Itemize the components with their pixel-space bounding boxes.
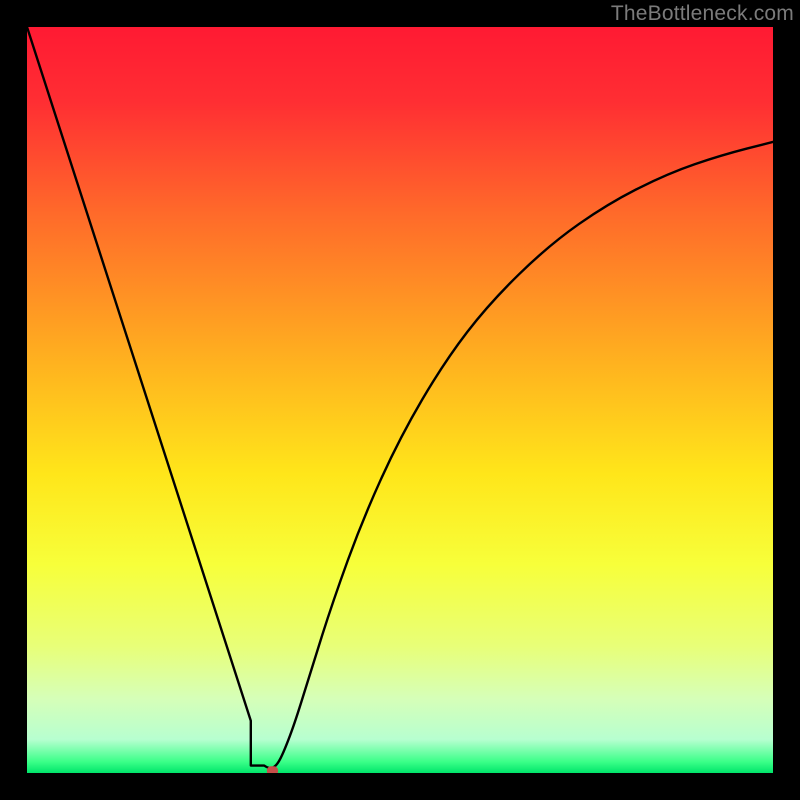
bottleneck-chart	[27, 27, 773, 773]
chart-background	[27, 27, 773, 773]
chart-frame	[27, 27, 773, 773]
optimal-point-marker	[267, 766, 278, 773]
watermark-text: TheBottleneck.com	[611, 2, 794, 26]
